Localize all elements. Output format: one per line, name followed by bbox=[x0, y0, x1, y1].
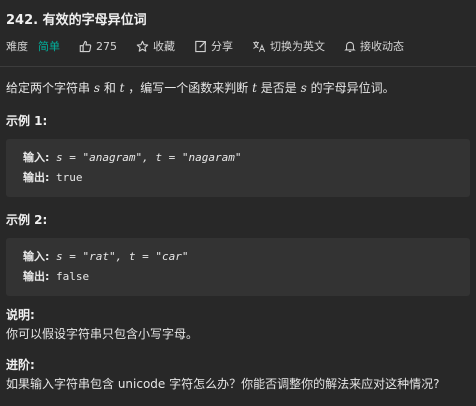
difficulty-value: 简单 bbox=[38, 40, 60, 53]
desc-text-4: 是否是 bbox=[256, 81, 301, 95]
example-1-input-value: s = "anagram", t = "nagaram" bbox=[49, 151, 242, 164]
note-text: 你可以假设字符串只包含小写字母。 bbox=[6, 327, 199, 341]
problem-meta-bar: 难度 简单 275 收藏 分享 切换为英文 接收动态 bbox=[6, 37, 470, 55]
translate-label: 切换为英文 bbox=[270, 40, 325, 53]
share-icon bbox=[194, 40, 207, 53]
problem-page: 242. 有效的字母异位词 难度 简单 275 收藏 分享 切换为英文 接收动态… bbox=[0, 0, 476, 406]
bell-icon bbox=[344, 40, 356, 53]
translate-button[interactable]: 切换为英文 bbox=[252, 38, 325, 54]
input-label: 输入: bbox=[23, 151, 50, 164]
header-divider bbox=[0, 66, 476, 67]
output-label: 输出: bbox=[23, 270, 50, 283]
desc-text-5: 的字母异位词。 bbox=[306, 81, 395, 95]
advanced-heading: 进阶: bbox=[6, 358, 35, 372]
notify-button[interactable]: 接收动态 bbox=[344, 38, 404, 54]
desc-text-2: 和 bbox=[100, 81, 120, 95]
example-1-code: 输入: s = "anagram", t = "nagaram" 输出: tru… bbox=[6, 139, 470, 197]
problem-description: 给定两个字符串 s 和 t ，编写一个函数来判断 t 是否是 s 的字母异位词。 bbox=[6, 79, 470, 96]
example-2-output-value: false bbox=[49, 270, 90, 283]
desc-text-1: 给定两个字符串 bbox=[6, 81, 94, 95]
example-2-heading: 示例 2: bbox=[6, 213, 48, 227]
advanced-text: 如果输入字符串包含 unicode 字符怎么办？你能否调整你的解法来应对这种情况… bbox=[6, 377, 440, 391]
example-2-code: 输入: s = "rat", t = "car" 输出: false bbox=[6, 238, 470, 296]
input-label: 输入: bbox=[23, 250, 50, 263]
share-label: 分享 bbox=[211, 40, 233, 53]
example-2-input: 输入: s = "rat", t = "car" bbox=[23, 247, 453, 267]
like-button[interactable]: 275 bbox=[79, 40, 117, 53]
example-1-output-value: true bbox=[49, 171, 83, 184]
star-icon bbox=[136, 40, 149, 53]
thumbs-up-icon bbox=[79, 40, 92, 53]
example-2-input-value: s = "rat", t = "car" bbox=[49, 250, 189, 263]
example-1-input: 输入: s = "anagram", t = "nagaram" bbox=[23, 148, 453, 168]
difficulty: 难度 简单 bbox=[6, 38, 60, 54]
example-1-output: 输出: true bbox=[23, 168, 453, 188]
share-button[interactable]: 分享 bbox=[194, 38, 233, 54]
like-count: 275 bbox=[96, 39, 117, 53]
difficulty-label: 难度 bbox=[6, 40, 28, 53]
desc-text-3: ，编写一个函数来判断 bbox=[124, 81, 253, 95]
translate-icon bbox=[252, 40, 266, 53]
favorite-button[interactable]: 收藏 bbox=[136, 38, 175, 54]
example-1-heading: 示例 1: bbox=[6, 114, 48, 128]
example-2-output: 输出: false bbox=[23, 267, 453, 287]
output-label: 输出: bbox=[23, 171, 50, 184]
note-heading: 说明: bbox=[6, 308, 35, 322]
notify-label: 接收动态 bbox=[360, 40, 404, 53]
favorite-label: 收藏 bbox=[153, 40, 175, 53]
problem-title: 242. 有效的字母异位词 bbox=[6, 13, 147, 28]
